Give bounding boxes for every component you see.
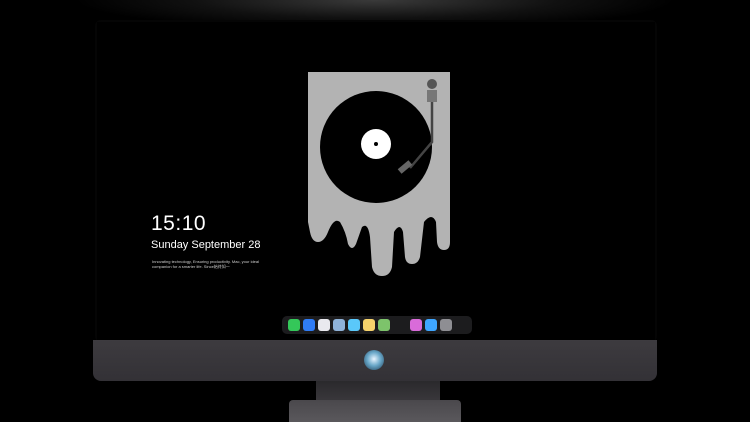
preview-icon[interactable]	[333, 319, 345, 331]
photos-icon[interactable]	[378, 319, 390, 331]
clapper-icon[interactable]	[348, 319, 360, 331]
screenshot-icon[interactable]	[440, 319, 452, 331]
lockscreen-time: 15:10	[151, 212, 207, 235]
brand-logo-icon	[364, 350, 384, 370]
app-store-icon[interactable]	[425, 319, 437, 331]
messages-icon[interactable]	[288, 319, 300, 331]
music-icon[interactable]	[410, 319, 422, 331]
screen: 15:10 Sunday September 28 Innovating tec…	[97, 22, 655, 340]
dock	[282, 316, 472, 334]
lockscreen-date: Sunday September 28	[151, 239, 261, 251]
tonearm-base	[427, 90, 437, 102]
turntable-wallpaper-art	[308, 72, 450, 276]
safari-icon[interactable]	[318, 319, 330, 331]
record-spindle	[374, 142, 378, 146]
monitor-stand	[289, 400, 461, 422]
notes-icon[interactable]	[363, 319, 375, 331]
tonearm-pivot-icon	[427, 79, 437, 89]
finder-icon[interactable]	[303, 319, 315, 331]
lockscreen-tagline: Innovating technology, Ensuring producti…	[152, 259, 260, 269]
